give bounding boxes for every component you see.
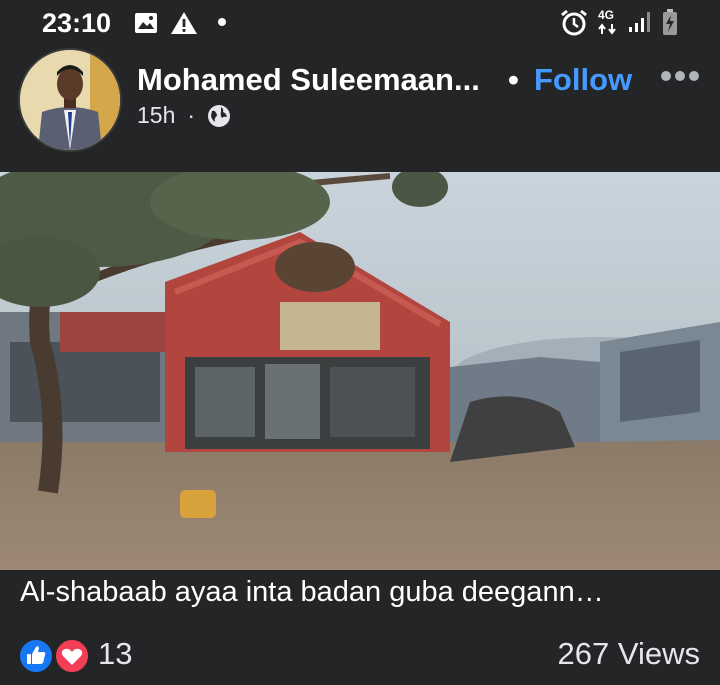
like-icon [18,638,54,674]
more-options-icon[interactable] [660,70,700,82]
warning-icon [171,12,197,34]
alarm-icon [561,9,587,36]
network-4g-icon: 4G [598,9,622,37]
post-meta: 15h · [137,102,231,129]
love-icon [54,638,90,674]
globe-icon [208,104,231,127]
video-player[interactable] [0,172,720,570]
avatar-photo [20,50,120,150]
signal-icon [629,12,650,32]
post-caption[interactable]: Al-shabaab ayaa inta badan guba deegann… [20,576,700,609]
video-frame [0,172,720,570]
follow-separator: • [508,62,519,97]
avatar[interactable] [18,48,122,152]
status-bar: 23:10 4G [0,0,720,44]
meta-separator: · [187,102,196,128]
image-icon [135,13,157,33]
follow-button[interactable]: Follow [534,62,632,98]
notification-dot-icon [218,18,226,26]
post-time[interactable]: 15h [137,102,175,129]
clock: 23:10 [42,8,112,38]
battery-charging-icon [663,9,677,35]
author-name[interactable]: Mohamed Suleemaan... [137,62,480,98]
reactions[interactable] [18,638,92,674]
post-footer: 13 267 Views [0,628,720,685]
network-label: 4G [598,8,615,22]
post-header: Mohamed Suleemaan... • Follow 15h · [0,44,720,172]
reaction-count[interactable]: 13 [98,636,132,672]
view-count: 267 Views [557,636,700,671]
